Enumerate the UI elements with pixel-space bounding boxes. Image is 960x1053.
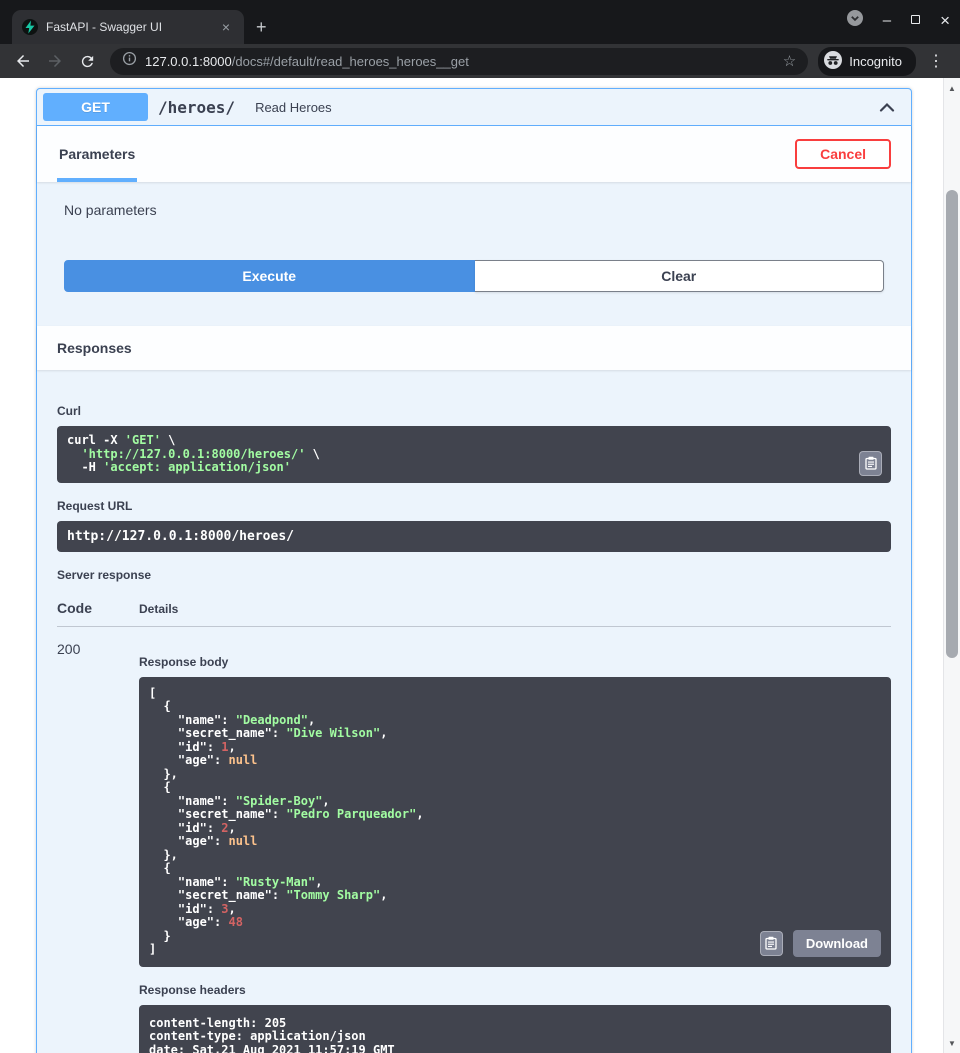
collapse-chevron-icon[interactable] bbox=[879, 101, 895, 113]
scrollbar[interactable]: ▲ ▼ bbox=[943, 78, 960, 1053]
server-response-label: Server response bbox=[57, 568, 891, 582]
bookmark-star-icon[interactable]: ☆ bbox=[783, 52, 796, 70]
parameters-title: Parameters bbox=[57, 126, 137, 182]
download-button[interactable]: Download bbox=[793, 930, 881, 957]
response-body-label: Response body bbox=[139, 655, 891, 669]
response-headers-text: content-length: 205 content-type: applic… bbox=[149, 1017, 881, 1053]
url-path: /docs#/default/read_heroes_heroes__get bbox=[232, 54, 469, 69]
curl-command-block: curl -X 'GET' \ 'http://127.0.0.1:8000/h… bbox=[57, 426, 891, 483]
cancel-button[interactable]: Cancel bbox=[795, 139, 891, 169]
scrollbar-thumb[interactable] bbox=[946, 190, 958, 658]
maximize-button[interactable] bbox=[911, 11, 920, 29]
incognito-icon bbox=[824, 51, 842, 72]
window-controls: – × bbox=[847, 0, 950, 40]
response-body-controls: Download bbox=[760, 930, 881, 957]
request-url-block: http://127.0.0.1:8000/heroes/ bbox=[57, 521, 891, 552]
responses-body: Curl curl -X 'GET' \ 'http://127.0.0.1:8… bbox=[37, 370, 911, 1053]
curl-label: Curl bbox=[57, 404, 891, 418]
scroll-up-icon[interactable]: ▲ bbox=[944, 80, 960, 96]
parameters-body: No parameters Execute Clear bbox=[37, 182, 911, 326]
execute-row: Execute Clear bbox=[64, 260, 884, 292]
request-url-label: Request URL bbox=[57, 499, 891, 513]
tab-title: FastAPI - Swagger UI bbox=[46, 20, 210, 34]
curl-command-text: curl -X 'GET' \ 'http://127.0.0.1:8000/h… bbox=[67, 434, 843, 475]
clear-button[interactable]: Clear bbox=[475, 260, 885, 292]
clipboard-icon bbox=[765, 936, 777, 950]
minimize-button[interactable]: – bbox=[883, 13, 891, 28]
response-headers-label: Response headers bbox=[139, 983, 891, 997]
opblock-summary[interactable]: GET /heroes/ Read Heroes bbox=[37, 89, 911, 126]
back-button[interactable] bbox=[10, 48, 36, 74]
details-column-header: Details bbox=[139, 602, 178, 616]
response-headers-block: content-length: 205 content-type: applic… bbox=[139, 1005, 891, 1053]
responses-header: Responses bbox=[37, 326, 911, 370]
browser-toolbar: 127.0.0.1:8000/docs#/default/read_heroes… bbox=[0, 44, 960, 78]
reload-button[interactable] bbox=[74, 48, 100, 74]
scroll-down-icon[interactable]: ▼ bbox=[944, 1035, 960, 1051]
incognito-badge: Incognito bbox=[818, 47, 916, 76]
response-body-text: [ { "name": "Deadpond", "secret_name": "… bbox=[149, 687, 881, 957]
site-info-icon[interactable] bbox=[122, 51, 137, 71]
forward-button[interactable] bbox=[42, 48, 68, 74]
opblock-get-heroes: GET /heroes/ Read Heroes Parameters Canc… bbox=[36, 88, 912, 1053]
page-content: GET /heroes/ Read Heroes Parameters Canc… bbox=[0, 78, 960, 1053]
response-table-header: Code Details bbox=[57, 590, 891, 627]
endpoint-path: /heroes/ bbox=[158, 98, 235, 117]
menu-icon[interactable]: ⋮ bbox=[922, 51, 950, 71]
no-parameters-text: No parameters bbox=[57, 202, 884, 218]
tab-bar: FastAPI - Swagger UI × + – × bbox=[0, 0, 960, 44]
url-text: 127.0.0.1:8000/docs#/default/read_heroes… bbox=[145, 54, 775, 69]
tab-close-icon[interactable]: × bbox=[218, 18, 234, 36]
copy-curl-button[interactable] bbox=[859, 451, 882, 476]
fastapi-favicon-icon bbox=[22, 19, 38, 35]
copy-response-button[interactable] bbox=[760, 931, 783, 956]
clipboard-icon bbox=[865, 456, 877, 470]
window-close-button[interactable]: × bbox=[940, 12, 950, 29]
url-host: 127.0.0.1:8000 bbox=[145, 54, 232, 69]
status-code: 200 bbox=[57, 639, 139, 657]
address-bar[interactable]: 127.0.0.1:8000/docs#/default/read_heroes… bbox=[110, 48, 808, 75]
code-column-header: Code bbox=[57, 600, 139, 616]
responses-title: Responses bbox=[57, 340, 132, 356]
maximize-icon bbox=[911, 15, 920, 24]
parameters-header: Parameters Cancel bbox=[37, 126, 911, 182]
request-url-text: http://127.0.0.1:8000/heroes/ bbox=[67, 529, 881, 544]
method-badge: GET bbox=[43, 93, 148, 121]
endpoint-summary: Read Heroes bbox=[255, 100, 879, 115]
response-table-row: 200 Response body [ { "name": "Deadpond"… bbox=[57, 627, 891, 1053]
incognito-label: Incognito bbox=[849, 54, 902, 69]
search-tabs-icon[interactable] bbox=[847, 10, 863, 31]
new-tab-button[interactable]: + bbox=[244, 10, 279, 44]
response-body-block: [ { "name": "Deadpond", "secret_name": "… bbox=[139, 677, 891, 967]
browser-tab[interactable]: FastAPI - Swagger UI × bbox=[12, 10, 244, 44]
execute-button[interactable]: Execute bbox=[64, 260, 475, 292]
